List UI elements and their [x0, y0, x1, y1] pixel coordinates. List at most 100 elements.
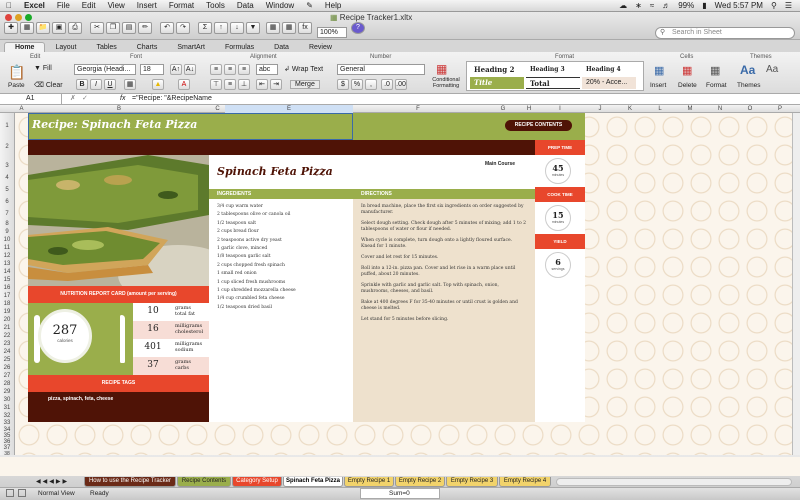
- column-header[interactable]: I: [535, 105, 585, 113]
- autosum-icon[interactable]: Σ: [198, 22, 212, 34]
- tab-review[interactable]: Review: [299, 43, 342, 52]
- text-orientation-select[interactable]: abc: [256, 64, 278, 75]
- undo-icon[interactable]: ↶: [160, 22, 174, 34]
- status-sum[interactable]: Sum=0: [360, 488, 440, 499]
- recipe-contents-button[interactable]: RECIPE CONTENTS: [505, 120, 572, 131]
- column-header[interactable]: N: [705, 105, 735, 113]
- row-header[interactable]: 12: [0, 253, 14, 259]
- zoom-select[interactable]: 100%: [317, 27, 347, 38]
- increase-font-icon[interactable]: A↑: [170, 64, 182, 75]
- row-header[interactable]: 29: [0, 389, 14, 395]
- align-top-icon[interactable]: ⊤: [210, 79, 222, 90]
- recipe-photo[interactable]: [28, 155, 209, 286]
- fill-button[interactable]: ▼ Fill: [34, 65, 52, 72]
- accept-formula-icon[interactable]: ✓: [82, 94, 88, 104]
- column-header[interactable]: L: [645, 105, 675, 113]
- sheet-tab-category-setup[interactable]: Category Setup: [232, 477, 282, 487]
- row-header[interactable]: 31: [0, 405, 14, 411]
- help-icon[interactable]: ?: [351, 22, 365, 34]
- row-header[interactable]: 18: [0, 301, 14, 307]
- row-header[interactable]: 30: [0, 397, 14, 403]
- menu-help[interactable]: Help: [319, 1, 347, 10]
- script-menu-icon[interactable]: ✎: [300, 1, 319, 10]
- menu-tools[interactable]: Tools: [200, 1, 231, 10]
- row-header[interactable]: 25: [0, 357, 14, 363]
- row-header[interactable]: 16: [0, 285, 14, 291]
- column-header[interactable]: A: [15, 105, 28, 113]
- row-header[interactable]: 27: [0, 373, 14, 379]
- insert-cells-icon[interactable]: ▦: [654, 64, 664, 77]
- format-cells-icon[interactable]: ▦: [710, 64, 720, 77]
- volume-icon[interactable]: ♬: [662, 1, 670, 10]
- align-left-icon[interactable]: ≡: [210, 64, 222, 75]
- recipe-category[interactable]: Main Course: [485, 161, 515, 167]
- tab-formulas[interactable]: Formulas: [215, 43, 264, 52]
- worksheet[interactable]: Recipe: Spinach Feta Pizza RECIPE CONTEN…: [15, 113, 800, 455]
- row-header[interactable]: 11: [0, 245, 14, 251]
- borders-icon[interactable]: ▦: [124, 79, 136, 90]
- menu-view[interactable]: View: [102, 1, 131, 10]
- row-header[interactable]: 17: [0, 293, 14, 299]
- font-size-select[interactable]: 18: [140, 64, 164, 75]
- clock[interactable]: Wed 5:57 PM: [715, 1, 763, 10]
- row-header[interactable]: 28: [0, 381, 14, 387]
- fill-color-icon[interactable]: ▲: [152, 79, 164, 90]
- menu-file[interactable]: File: [51, 1, 76, 10]
- style-heading-4[interactable]: Heading 4: [582, 64, 636, 76]
- formula-builder-icon[interactable]: fx: [298, 22, 312, 34]
- row-header[interactable]: 19: [0, 309, 14, 315]
- app-menu[interactable]: Excel: [18, 1, 51, 10]
- new-workbook-icon[interactable]: ✚: [4, 22, 18, 34]
- font-color-icon[interactable]: A: [178, 79, 190, 90]
- sheet-nav-arrows-icon[interactable]: ◀◀◀▶▶: [36, 478, 69, 485]
- sheet-tab-how-to-use[interactable]: How to use the Recipe Tracker: [84, 477, 176, 487]
- align-bottom-icon[interactable]: ⊥: [238, 79, 250, 90]
- insert-cells-button[interactable]: Insert: [650, 82, 666, 89]
- tab-home[interactable]: Home: [4, 42, 46, 52]
- recipe-tags[interactable]: pizza, spinach, feta, cheese: [28, 392, 209, 422]
- paste-icon[interactable]: 📋: [8, 64, 25, 81]
- row-header[interactable]: 23: [0, 341, 14, 347]
- increase-indent-icon[interactable]: ⇥: [270, 79, 282, 90]
- themes-button[interactable]: Themes: [737, 82, 760, 89]
- page-layout-icon[interactable]: [18, 489, 26, 497]
- vertical-scrollbar[interactable]: [792, 113, 800, 455]
- format-cells-button[interactable]: Format: [706, 82, 727, 89]
- bluetooth-icon[interactable]: ∗: [635, 1, 642, 10]
- row-header[interactable]: 14: [0, 269, 14, 275]
- percent-icon[interactable]: %: [351, 79, 363, 90]
- menu-format[interactable]: Format: [163, 1, 200, 10]
- minimize-window-button[interactable]: [15, 14, 22, 21]
- fx-icon[interactable]: fx: [120, 94, 125, 104]
- directions-list[interactable]: In bread machine, place the first six in…: [353, 199, 535, 422]
- open-icon[interactable]: 📁: [36, 22, 50, 34]
- tab-layout[interactable]: Layout: [45, 43, 86, 52]
- column-header[interactable]: F: [353, 105, 483, 113]
- paste-toolbar-icon[interactable]: ▤: [122, 22, 136, 34]
- sheet-tab-empty-recipe-3[interactable]: Empty Recipe 3: [446, 477, 498, 487]
- row-header[interactable]: 13: [0, 261, 14, 267]
- sheet-tab-empty-recipe-2[interactable]: Empty Recipe 2: [395, 477, 445, 487]
- style-heading-3[interactable]: Heading 3: [526, 64, 580, 76]
- menu-edit[interactable]: Edit: [76, 1, 102, 10]
- menu-window[interactable]: Window: [260, 1, 300, 10]
- increase-decimal-icon[interactable]: .0: [381, 79, 393, 90]
- horizontal-scrollbar[interactable]: [556, 478, 792, 486]
- bold-button[interactable]: B: [76, 79, 88, 90]
- column-header[interactable]: E: [225, 105, 353, 113]
- row-header[interactable]: 26: [0, 365, 14, 371]
- decrease-decimal-icon[interactable]: .00: [395, 79, 407, 90]
- wrap-text-button[interactable]: ↲ Wrap Text: [284, 65, 323, 73]
- decrease-indent-icon[interactable]: ⇤: [256, 79, 268, 90]
- cut-icon[interactable]: ✂: [90, 22, 104, 34]
- row-header[interactable]: 1: [0, 123, 14, 129]
- row-header[interactable]: 7: [0, 211, 14, 217]
- search-in-sheet-input[interactable]: Search in Sheet: [655, 27, 795, 39]
- recipe-name[interactable]: Spinach Feta Pizza: [217, 165, 333, 178]
- formula-input[interactable]: ="Recipe: "&RecipeName: [132, 94, 792, 104]
- menu-data[interactable]: Data: [231, 1, 260, 10]
- sheet-tab-recipe-contents[interactable]: Recipe Contents: [177, 477, 231, 487]
- name-box[interactable]: A1: [2, 94, 62, 104]
- style-heading-2[interactable]: Heading 2: [470, 64, 524, 76]
- sheet-tab-empty-recipe-4[interactable]: Empty Recipe 4: [499, 477, 551, 487]
